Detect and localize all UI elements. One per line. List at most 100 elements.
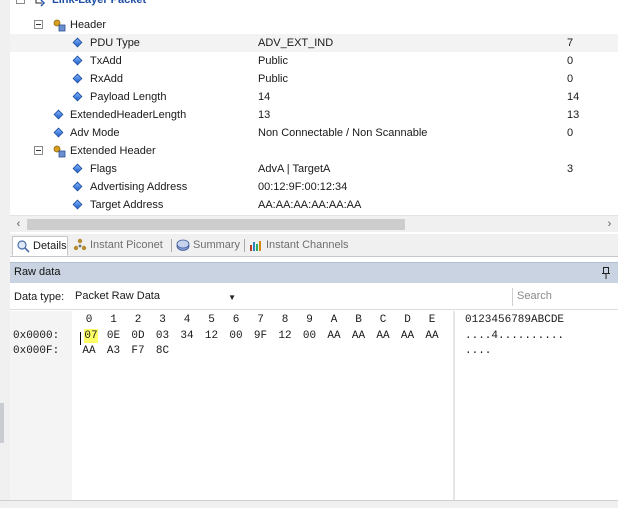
hex-byte[interactable]: AA <box>397 329 419 343</box>
splitter-grip[interactable] <box>0 403 4 443</box>
hex-byte-selected[interactable]: 07 <box>84 329 98 343</box>
field-icon <box>72 91 83 102</box>
data-type-label: Data type: <box>14 291 65 303</box>
field-group-icon <box>53 145 66 158</box>
ascii-line[interactable]: .... <box>465 344 491 358</box>
tree-row-header[interactable]: Header <box>10 16 618 34</box>
hex-byte[interactable]: 9F <box>250 329 272 343</box>
hex-column-header: E <box>428 314 436 326</box>
tree-horizontal-scrollbar[interactable]: ‹ › <box>10 215 618 232</box>
tree-row-target-address[interactable]: Target Address AA:AA:AA:AA:AA:AA <box>10 196 618 214</box>
tree-row-advertising-address[interactable]: Advertising Address 00:12:9F:00:12:34 <box>10 178 618 196</box>
tab-summary[interactable]: Summary <box>173 236 243 256</box>
hex-byte[interactable]: 12 <box>201 329 223 343</box>
field-name: PDU Type <box>90 37 140 49</box>
hex-address: 0x0000: <box>13 330 60 342</box>
hex-byte[interactable]: AA <box>421 329 443 343</box>
piconet-icon <box>73 238 87 251</box>
panel-title: Raw data <box>14 266 61 278</box>
hex-byte[interactable]: 00 <box>225 329 247 343</box>
tree-row-extended-header[interactable]: Extended Header <box>10 142 618 160</box>
channels-icon <box>250 241 261 251</box>
tab-label: Details <box>33 240 67 252</box>
search-input[interactable]: Search <box>512 288 618 306</box>
hex-column-header: A <box>330 314 338 326</box>
tree-row-ext-header-length[interactable]: ExtendedHeaderLength 13 13 <box>10 106 618 124</box>
field-name: Adv Mode <box>70 127 120 139</box>
hex-byte[interactable]: F7 <box>127 344 149 358</box>
hex-column-header: 4 <box>183 314 191 326</box>
field-name: Extended Header <box>70 145 156 157</box>
hex-byte[interactable]: 03 <box>152 329 174 343</box>
hex-byte[interactable]: AA <box>372 329 394 343</box>
hex-byte[interactable]: 34 <box>176 329 198 343</box>
field-value: AA:AA:AA:AA:AA:AA <box>258 199 362 211</box>
tab-label: Summary <box>193 239 241 251</box>
field-name: Flags <box>90 163 117 175</box>
data-type-toolbar: Data type: Packet Raw Data ▼ Search <box>10 284 618 310</box>
hex-byte[interactable]: 0D <box>127 329 149 343</box>
field-icon <box>72 199 83 210</box>
collapse-box[interactable] <box>34 146 43 155</box>
data-type-value: Packet Raw Data <box>75 290 160 302</box>
field-raw: 0 <box>567 127 574 139</box>
field-value: Public <box>258 73 288 85</box>
hex-byte[interactable]: 8C <box>152 344 174 358</box>
ascii-column-separator <box>453 311 455 500</box>
hex-column-header: 2 <box>134 314 142 326</box>
collapse-box[interactable] <box>16 0 25 4</box>
ascii-line[interactable]: ....4.......... <box>465 329 564 343</box>
window-bottom-edge <box>0 500 618 508</box>
hex-byte[interactable]: AA <box>78 344 100 358</box>
field-raw: 0 <box>567 73 574 85</box>
tree-root-row[interactable]: Link-Layer Packet <box>10 0 618 9</box>
search-placeholder: Search <box>517 290 552 302</box>
tree-row-pdu-type[interactable]: PDU Type ADV_EXT_IND 7 <box>10 34 618 52</box>
tab-label: Instant Piconet <box>90 239 163 251</box>
tree-row-flags[interactable]: Flags AdvA | TargetA 3 <box>10 160 618 178</box>
hex-byte[interactable]: 0E <box>103 329 125 343</box>
field-icon <box>72 73 83 84</box>
hex-byte[interactable]: A3 <box>103 344 125 358</box>
field-value: Public <box>258 55 288 67</box>
field-group-icon <box>53 19 66 32</box>
hex-column-header: C <box>379 314 387 326</box>
data-type-select[interactable]: Packet Raw Data ▼ <box>72 288 238 306</box>
collapse-box[interactable] <box>34 20 43 29</box>
scroll-thumb[interactable] <box>27 219 405 230</box>
ascii-column-header: 0123456789ABCDE <box>465 314 565 326</box>
hex-column-header: D <box>404 314 411 326</box>
tree-row-txadd[interactable]: TxAdd Public 0 <box>10 52 618 70</box>
hex-byte[interactable]: AA <box>323 329 345 343</box>
tab-details[interactable]: Details <box>12 236 68 256</box>
pin-icon[interactable] <box>602 267 610 279</box>
field-icon <box>72 163 83 174</box>
field-raw: 3 <box>567 163 574 175</box>
tab-instant-channels[interactable]: Instant Channels <box>246 236 356 256</box>
field-value: 00:12:9F:00:12:34 <box>258 181 348 193</box>
field-value: Non Connectable / Non Scannable <box>258 127 428 139</box>
hex-byte[interactable]: 00 <box>299 329 321 343</box>
scroll-left-arrow-icon[interactable]: ‹ <box>10 216 27 233</box>
tab-instant-piconet[interactable]: Instant Piconet <box>70 236 170 256</box>
field-name: Payload Length <box>90 91 167 103</box>
hex-byte[interactable]: AA <box>348 329 370 343</box>
hex-byte[interactable]: 12 <box>274 329 296 343</box>
details-icon <box>17 240 30 253</box>
hex-column-header: 7 <box>257 314 264 326</box>
hex-column-header: B <box>355 314 362 326</box>
field-name: TxAdd <box>90 55 122 67</box>
tree-root-label: Link-Layer Packet <box>52 0 147 6</box>
hex-column-header: 9 <box>306 314 313 326</box>
dropdown-arrow-icon[interactable]: ▼ <box>228 290 236 306</box>
field-value: 13 <box>258 109 271 121</box>
tree-row-payload-length[interactable]: Payload Length 14 14 <box>10 88 618 106</box>
tree-row-rxadd[interactable]: RxAdd Public 0 <box>10 70 618 88</box>
field-icon <box>72 181 83 192</box>
hex-view[interactable]: 0 1 2 3 4 5 6 7 8 9 A B C D E 0123456789… <box>10 311 618 500</box>
tree-row-adv-mode[interactable]: Adv Mode Non Connectable / Non Scannable… <box>10 124 618 142</box>
scroll-right-arrow-icon[interactable]: › <box>601 216 618 233</box>
field-name: Header <box>70 19 107 31</box>
field-value: AdvA | TargetA <box>258 163 331 175</box>
left-splitter[interactable] <box>0 0 10 508</box>
